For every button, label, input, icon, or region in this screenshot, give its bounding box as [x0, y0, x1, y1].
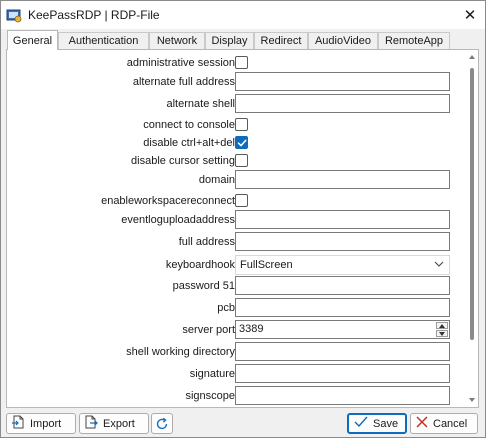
keepassrdp-app-icon: [6, 7, 22, 23]
field-label: server port: [182, 324, 235, 336]
checkmark-icon: [237, 139, 247, 147]
export-label: Export: [103, 417, 135, 430]
decrement-button[interactable]: [436, 330, 448, 337]
field-label: disable cursor setting: [131, 155, 235, 167]
tab-authentication[interactable]: Authentication: [58, 32, 149, 49]
scroll-down-icon[interactable]: [468, 396, 476, 404]
field-label: keyboardhook: [165, 259, 235, 271]
field-label: enableworkspacereconnect: [101, 195, 235, 207]
tab-label: Display: [211, 35, 248, 47]
keyboardhook-selected-value: FullScreen: [240, 259, 293, 271]
field-row-connect-to-console: connect to console: [7, 115, 457, 135]
scrollbar-thumb[interactable]: [470, 68, 474, 340]
tab-redirect[interactable]: Redirect: [254, 32, 308, 49]
tab-label: AudioVideo: [314, 35, 372, 47]
field-row-password-51: password 51: [7, 276, 457, 296]
cancel-label: Cancel: [433, 417, 468, 430]
field-row-keyboardhook: keyboardhook FullScreen: [7, 255, 457, 275]
field-row-signature: signature: [7, 364, 457, 384]
refresh-button[interactable]: [151, 413, 173, 434]
field-label: disable ctrl+alt+del: [143, 137, 235, 149]
import-icon: [12, 415, 25, 432]
connect-to-console-checkbox[interactable]: [235, 118, 248, 131]
field-row-disable-ctrl-alt-del: disable ctrl+alt+del: [7, 133, 457, 153]
field-row-administrative-session: administrative session: [7, 53, 457, 73]
increment-button[interactable]: [436, 322, 448, 329]
field-row-pcb: pcb: [7, 298, 457, 318]
checkmark-icon: [354, 416, 368, 431]
field-label: alternate full address: [132, 76, 235, 88]
cancel-button[interactable]: Cancel: [410, 413, 478, 434]
tab-display[interactable]: Display: [205, 32, 254, 49]
signscope-input[interactable]: [235, 386, 450, 405]
field-row-disable-cursor-setting: disable cursor setting: [7, 151, 457, 171]
disable-cursor-setting-checkbox[interactable]: [235, 154, 248, 167]
field-row-signscope: signscope: [7, 386, 457, 406]
alternate-shell-input[interactable]: [235, 94, 450, 113]
save-label: Save: [373, 417, 399, 430]
field-label: full address: [178, 236, 235, 248]
enableworkspacereconnect-checkbox[interactable]: [235, 194, 248, 207]
tab-label: RemoteApp: [384, 35, 444, 47]
tab-label: Network: [156, 35, 198, 47]
import-label: Import: [30, 417, 62, 430]
refresh-icon: [156, 417, 168, 429]
field-label: eventloguploadaddress: [121, 214, 235, 226]
keyboardhook-select[interactable]: FullScreen: [235, 255, 450, 275]
pcb-input[interactable]: [235, 298, 450, 317]
shell-working-directory-input[interactable]: [235, 342, 450, 361]
eventloguploadaddress-input[interactable]: [235, 210, 450, 229]
field-label: pcb: [217, 302, 235, 314]
vertical-scrollbar[interactable]: [466, 50, 478, 407]
field-label: password 51: [172, 280, 235, 292]
domain-input[interactable]: [235, 170, 450, 189]
chevron-down-icon: [434, 261, 444, 267]
tab-audiovideo[interactable]: AudioVideo: [308, 32, 378, 49]
full-address-input[interactable]: [235, 232, 450, 251]
tab-remoteapp[interactable]: RemoteApp: [378, 32, 450, 49]
tab-general[interactable]: General: [7, 30, 58, 50]
administrative-session-checkbox[interactable]: [235, 56, 248, 69]
field-label: administrative session: [126, 57, 235, 69]
field-row-server-port: server port 3389: [7, 320, 457, 340]
field-label: signature: [189, 368, 235, 380]
tab-label: General: [12, 35, 53, 47]
server-port-stepper[interactable]: 3389: [235, 320, 450, 339]
field-row-shell-working-directory: shell working directory: [7, 342, 457, 362]
field-row-enableworkspacereconnect: enableworkspacereconnect: [7, 191, 457, 211]
field-label: connect to console: [143, 119, 235, 131]
field-label: signscope: [185, 390, 235, 402]
tab-label: Redirect: [260, 35, 302, 47]
export-icon: [85, 415, 98, 432]
arrow-down-icon: [439, 331, 445, 336]
field-label: alternate shell: [166, 98, 236, 110]
arrow-up-icon: [439, 323, 445, 328]
save-button[interactable]: Save: [347, 413, 407, 434]
field-row-full-address: full address: [7, 232, 457, 252]
field-label: shell working directory: [126, 346, 235, 358]
spin-arrows: [436, 322, 448, 337]
dialog-window: KeePassRDP | RDP-File ✕ General Authenti…: [0, 0, 486, 438]
password-51-input[interactable]: [235, 276, 450, 295]
signature-input[interactable]: [235, 364, 450, 383]
alternate-full-address-input[interactable]: [235, 72, 450, 91]
field-row-domain: domain: [7, 170, 457, 190]
tab-network[interactable]: Network: [149, 32, 205, 49]
general-settings-panel: administrative session alternate full ad…: [6, 49, 479, 408]
field-row-alternate-full-address: alternate full address: [7, 72, 457, 92]
window-title: KeePassRDP | RDP-File: [28, 8, 160, 22]
server-port-value: 3389: [239, 323, 264, 335]
disable-ctrl-alt-del-checkbox[interactable]: [235, 136, 248, 149]
export-button[interactable]: Export: [79, 413, 149, 434]
title-bar: KeePassRDP | RDP-File ✕: [1, 1, 485, 29]
close-button[interactable]: ✕: [455, 1, 485, 29]
field-label: domain: [198, 174, 235, 186]
import-button[interactable]: Import: [6, 413, 76, 434]
field-row-eventloguploadaddress: eventloguploadaddress: [7, 210, 457, 230]
tab-label: Authentication: [68, 35, 139, 47]
close-icon: ✕: [463, 7, 477, 24]
cancel-x-icon: [416, 416, 428, 431]
scroll-up-icon[interactable]: [468, 53, 476, 61]
field-row-alternate-shell: alternate shell: [7, 94, 457, 114]
